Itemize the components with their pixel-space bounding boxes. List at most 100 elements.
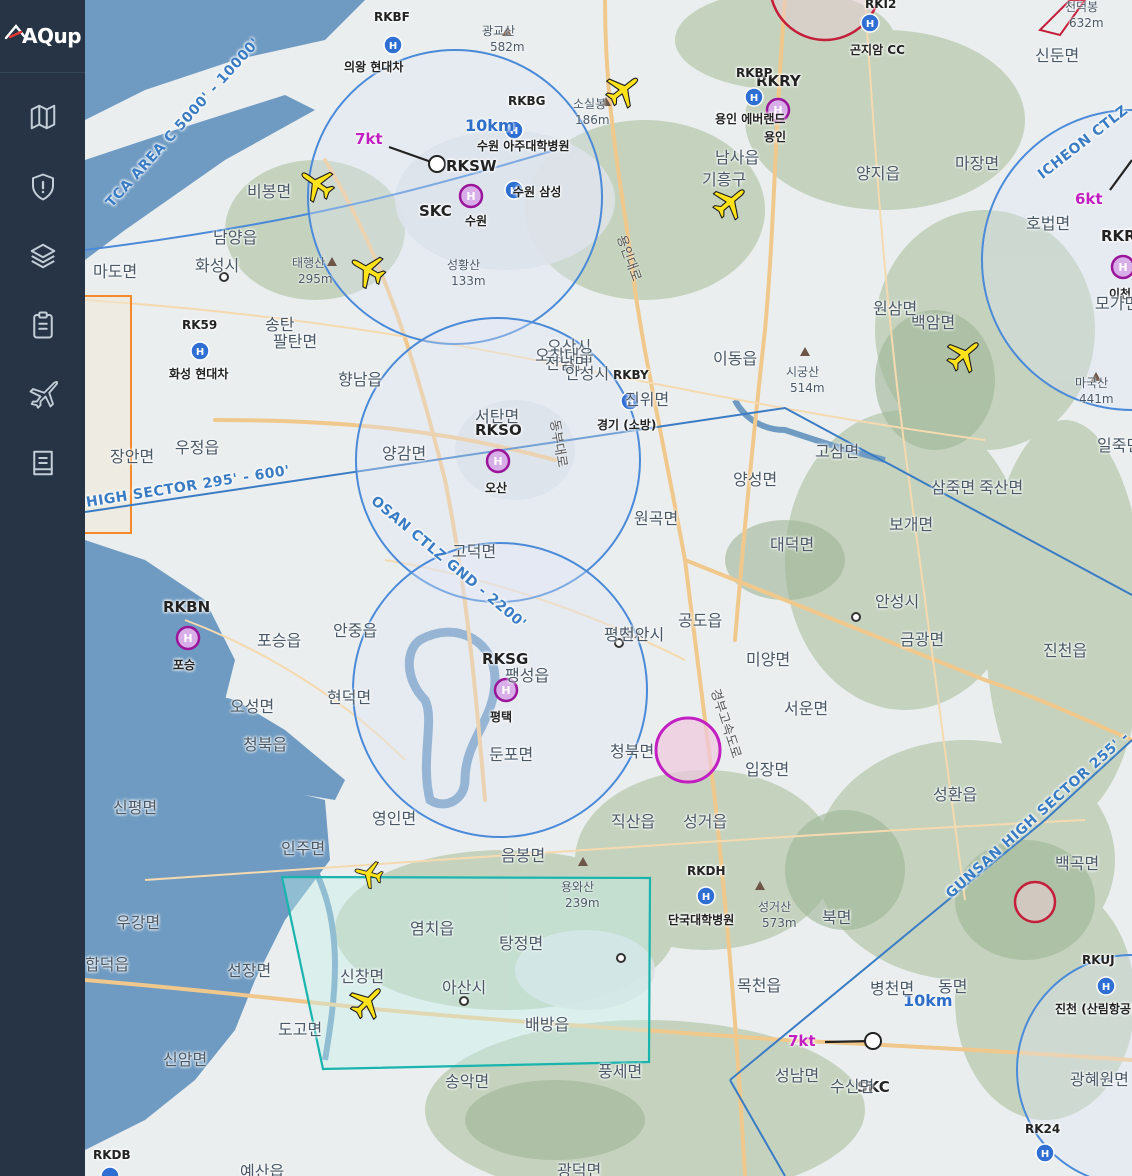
svg-text:H: H — [750, 93, 758, 104]
helipad-code-rkbg[interactable]: RKBG — [508, 94, 546, 108]
town-label: 성환읍 — [933, 785, 978, 804]
mountain-name: 천덕봉 — [1065, 0, 1099, 14]
nav-airspace-button[interactable] — [22, 166, 64, 208]
helipad-code-rk59[interactable]: RK59 — [182, 318, 217, 332]
nav-layers-button[interactable] — [22, 235, 64, 277]
mountain-elev: 295m — [298, 272, 333, 286]
heliport-name-pyeongtaek: 평택 — [490, 710, 513, 724]
town-label: 포승읍 — [257, 631, 302, 650]
town-label: 둔포면 — [489, 745, 534, 764]
town-label: 성남면 — [775, 1066, 820, 1085]
sidebar: AQup — [0, 0, 85, 1176]
helipad-code-rkbp[interactable]: RKBP — [736, 66, 772, 80]
map-icon — [30, 104, 56, 130]
helipad-name-suwon-samsung: 수원 삼성 — [513, 185, 562, 199]
helipad-name-everland: 용인 에버랜드 — [715, 112, 786, 126]
mountain-name: 소실봉 — [573, 97, 607, 111]
helipad-code-rk24[interactable]: RK24 — [1025, 1122, 1060, 1136]
town-label: 삼죽면 — [931, 478, 976, 497]
town-label: 양지읍 — [856, 164, 901, 183]
distance-label-1: 10km — [465, 116, 515, 135]
town-label: 예산읍 — [240, 1162, 285, 1176]
helipad-code-rkuj[interactable]: RKUJ — [1082, 953, 1115, 967]
nav-logbook-button[interactable] — [22, 442, 64, 484]
aviation-map[interactable]: H H H H H H HHH HHH HHH H TCA AREA C 500… — [85, 0, 1132, 1176]
town-label: 직산읍 — [611, 812, 656, 831]
heliport-name-osan: 오산 — [485, 481, 508, 495]
svg-text:H: H — [466, 190, 475, 203]
helipad-code-rkdh[interactable]: RKDH — [687, 864, 726, 878]
mountain-elev: 514m — [790, 381, 825, 395]
helipad-name-uiwang: 의왕 현대차 — [344, 60, 404, 74]
town-label: 신암면 — [163, 1050, 208, 1069]
mountain-name: 용와산 — [561, 880, 595, 894]
town-label: 음봉면 — [501, 846, 546, 865]
town-label: 합덕읍 — [85, 955, 130, 974]
mountain-elev: 632m — [1069, 16, 1104, 30]
helipad-name-ajou: 수원 아주대학병원 — [477, 139, 570, 153]
town-label: 배방읍 — [525, 1015, 570, 1034]
town-label: 진위면 — [625, 390, 670, 409]
town-label: 죽산면 — [979, 478, 1024, 497]
town-label: 이동읍 — [713, 349, 758, 368]
town-label: 서운면 — [784, 699, 829, 718]
nav-map-button[interactable] — [22, 96, 64, 138]
mountain-name: 광교산 — [482, 24, 516, 38]
svg-text:H: H — [389, 41, 397, 52]
mountain-name: 태행산 — [292, 256, 326, 270]
town-label: 장안면 — [110, 447, 155, 466]
town-label: 선장면 — [227, 961, 272, 980]
svg-text:H: H — [183, 632, 192, 645]
town-label: 서탄면 — [475, 407, 520, 426]
helipad-name-jincheon: 진천 (산림항공) — [1055, 1002, 1132, 1016]
mountain-name: 성황산 — [447, 258, 481, 272]
town-label: 기흥구 — [702, 170, 747, 189]
town-label: 청북면 — [610, 742, 655, 761]
town-label: 청북읍 — [243, 735, 288, 754]
nav-flights-button[interactable] — [22, 373, 64, 415]
clipboard-icon — [33, 311, 53, 339]
helipad-code-rkdb[interactable]: RKDB — [93, 1148, 131, 1162]
town-label: 염치읍 — [410, 919, 455, 938]
town-label: 팽성읍 — [505, 666, 550, 685]
town-label: 병천면 — [870, 979, 915, 998]
helipad-name-hwaseong: 화성 현대차 — [169, 367, 229, 381]
town-label: 남양읍 — [213, 228, 258, 247]
nav-checklist-button[interactable] — [22, 304, 64, 346]
map-canvas[interactable]: H H H H H H HHH HHH HHH H — [85, 0, 1132, 1176]
heliport-code-rkr[interactable]: RKR — [1101, 227, 1132, 245]
helipad-code-rki2[interactable]: RKI2 — [865, 0, 896, 11]
helipad-code-rkby[interactable]: RKBY — [613, 368, 649, 382]
mountain-elev: 582m — [490, 40, 525, 54]
town-label: 북면 — [822, 908, 852, 927]
heliport-name-poseung: 포승 — [173, 658, 196, 672]
town-label: 목천읍 — [737, 976, 782, 995]
town-label: 동면 — [938, 977, 968, 996]
heliport-code-rkbn[interactable]: RKBN — [163, 598, 210, 616]
app-logo[interactable]: AQup — [0, 0, 85, 73]
town-label: 공도읍 — [678, 611, 723, 630]
mountain-name: 마국산 — [1075, 376, 1109, 390]
helipad-name-dankook: 단국대학병원 — [668, 913, 735, 927]
heliport-code-rksw[interactable]: RKSW — [446, 157, 497, 175]
town-label: 오성면 — [230, 697, 275, 716]
town-label: 성거읍 — [683, 812, 728, 831]
mountain-elev: 239m — [565, 896, 600, 910]
svg-text:H: H — [1041, 1149, 1049, 1160]
mountain-elev: 441m — [1079, 392, 1114, 406]
town-label: 광덕면 — [557, 1161, 602, 1176]
town-label: 금광면 — [900, 630, 945, 649]
town-label: 보개면 — [889, 515, 934, 534]
town-label: 탕정면 — [499, 934, 544, 953]
town-label: 신창면 — [340, 967, 385, 986]
sky-condition-label-1: SKC — [419, 202, 452, 220]
town-label: 입장면 — [745, 760, 790, 779]
town-label: 양성면 — [733, 470, 778, 489]
svg-text:H: H — [1102, 982, 1110, 993]
heliport-name-yongin: 용인 — [764, 130, 787, 144]
town-label: 고삼면 — [815, 442, 860, 461]
svg-text:H: H — [702, 892, 710, 903]
town-label: 대덕면 — [770, 535, 815, 554]
town-label: 천안시 — [620, 625, 665, 644]
helipad-code-rkbf[interactable]: RKBF — [374, 10, 410, 24]
